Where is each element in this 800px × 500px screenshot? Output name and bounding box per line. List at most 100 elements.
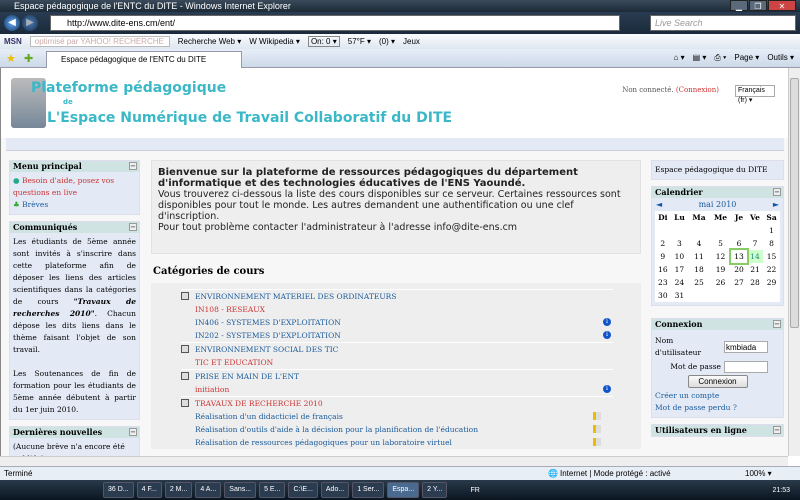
calendar-day[interactable]: 2 [655, 237, 671, 250]
info-icon[interactable]: i [603, 331, 611, 339]
calendar-day[interactable]: 29 [763, 276, 780, 289]
taskbar-item[interactable]: 5 E... [259, 482, 286, 498]
course-link[interactable]: Réalisation d'outils d'aide à la décisio… [195, 425, 478, 434]
calendar-day[interactable]: 16 [655, 263, 671, 276]
minimize-button[interactable]: ▁ [730, 0, 748, 11]
forward-button[interactable]: ▶ [22, 15, 38, 31]
prev-month-button[interactable]: ◄ [656, 200, 662, 209]
lost-password-link[interactable]: Mot de passe perdu ? [655, 403, 737, 412]
calendar-day[interactable]: 6 [731, 237, 747, 250]
page-menu[interactable]: Page ▾ [734, 53, 759, 63]
calendar-day[interactable]: 30 [655, 289, 671, 302]
language-indicator[interactable]: FR [470, 487, 479, 494]
breves-link[interactable]: Brèves [22, 200, 48, 209]
calendar-day[interactable]: 20 [731, 263, 747, 276]
wikipedia-button[interactable]: W Wikipedia ▾ [249, 37, 300, 46]
taskbar-item[interactable]: Ado... [320, 482, 350, 498]
calendar-day[interactable]: 24 [671, 276, 689, 289]
taskbar-item[interactable]: 2 M... [164, 482, 193, 498]
month-link[interactable]: mai 2010 [699, 200, 737, 209]
back-button[interactable]: ◀ [4, 15, 20, 31]
calendar-day[interactable]: 22 [763, 263, 780, 276]
vertical-scrollbar[interactable] [788, 68, 800, 456]
category-link[interactable]: ENVIRONNEMENT MATERIEL DES ORDINATEURS [195, 292, 396, 301]
calendar-day[interactable]: 8 [763, 237, 780, 250]
tab-active[interactable]: Espace pédagogique de l'ENTC du DITE [46, 51, 242, 68]
taskbar-item[interactable]: 2 Y... [422, 482, 448, 498]
calendar-day[interactable]: 11 [688, 250, 710, 263]
maximize-button[interactable]: ❐ [749, 0, 767, 11]
rss-button[interactable]: (0) ▾ [379, 37, 395, 46]
course-link[interactable]: TIC ET EDUCATION [195, 358, 273, 367]
collapse-icon[interactable]: − [129, 223, 137, 231]
calendar-day[interactable]: 21 [747, 263, 763, 276]
taskbar-item[interactable]: 4 A... [195, 482, 222, 498]
collapse-icon[interactable]: − [773, 320, 781, 328]
login-link[interactable]: (Connexion) [676, 86, 719, 94]
course-link[interactable]: Réalisation de ressources pédagogiques p… [195, 438, 452, 447]
print-button[interactable]: ⎙ ▾ [714, 53, 726, 63]
collapse-icon[interactable]: − [773, 188, 781, 196]
calendar-day[interactable]: 1 [763, 224, 780, 237]
calendar-day[interactable]: 15 [763, 250, 780, 263]
calendar-day[interactable]: 19 [710, 263, 731, 276]
calendar-day[interactable]: 13 [729, 248, 749, 265]
collapse-icon[interactable]: − [129, 428, 137, 436]
calendar-day[interactable]: 10 [671, 250, 689, 263]
yahoo-search-input[interactable]: optimisé par YAHOO! RECHERCHE [29, 36, 170, 47]
category-link[interactable]: ENVIRONNEMENT SOCIAL DES TIC [195, 345, 338, 354]
games-button[interactable]: Jeux [403, 37, 420, 46]
language-select[interactable]: Français (fr) ▾ [735, 85, 775, 104]
taskbar-item[interactable]: Sans... [224, 482, 257, 498]
calendar-day[interactable]: 23 [655, 276, 671, 289]
create-account-link[interactable]: Créer un compte [655, 391, 719, 400]
taskbar-item[interactable]: 1 Ser... [352, 482, 385, 498]
taskbar-item[interactable]: 36 D... [103, 482, 134, 498]
collapse-icon[interactable]: − [773, 426, 781, 434]
calendar-day[interactable]: 3 [671, 237, 689, 250]
close-button[interactable]: ✕ [768, 0, 796, 11]
calendar-day[interactable]: 5 [710, 237, 731, 250]
home-button[interactable]: ⌂ ▾ [674, 53, 685, 63]
weather-button[interactable]: 57°F ▾ [348, 37, 371, 46]
info-icon[interactable]: i [603, 385, 611, 393]
course-link[interactable]: IN202 - SYSTEMES D'EXPLOITATION [195, 331, 341, 340]
calendar-day[interactable]: 14 [746, 250, 764, 263]
course-link[interactable]: Réalisation d'un didacticiel de français [195, 412, 343, 421]
calendar-day[interactable]: 25 [688, 276, 710, 289]
calendar-day[interactable]: 7 [747, 237, 763, 250]
calendar-day[interactable]: 4 [688, 237, 710, 250]
web-search-button[interactable]: Recherche Web ▾ [178, 37, 241, 46]
calendar-day[interactable]: 28 [747, 276, 763, 289]
calendar-day[interactable]: 17 [671, 263, 689, 276]
password-input[interactable] [724, 361, 768, 373]
calendar-day[interactable]: 18 [688, 263, 710, 276]
tools-menu[interactable]: Outils ▾ [767, 53, 794, 63]
taskbar-item[interactable]: C:\E... [288, 482, 318, 498]
course-link[interactable]: initiation [195, 385, 229, 394]
calendar-day[interactable]: 31 [671, 289, 689, 302]
course-link[interactable]: IN406 - SYSTEMES D'EXPLOITATION [195, 318, 341, 327]
calendar-day[interactable]: 27 [731, 276, 747, 289]
feeds-button[interactable]: ▤ ▾ [693, 53, 707, 63]
search-input[interactable]: Live Search [650, 15, 796, 31]
zoom-level[interactable]: 100% ▾ [745, 467, 772, 480]
info-icon[interactable]: i [603, 318, 611, 326]
url-input[interactable]: http://www.dite-ens.cm/ent/ [50, 15, 620, 31]
messenger-button[interactable]: On: 0 ▾ [307, 36, 340, 47]
login-button[interactable]: Connexion [687, 375, 748, 388]
course-link[interactable]: IN108 - RESEAUX [195, 305, 265, 314]
clock[interactable]: 21:53 [772, 487, 790, 494]
username-input[interactable] [724, 341, 768, 353]
horizontal-scrollbar[interactable] [0, 456, 788, 466]
category-link[interactable]: PRISE EN MAIN DE L'ENT [195, 372, 299, 381]
calendar-day[interactable]: 12 [710, 250, 731, 263]
calendar-day[interactable]: 9 [655, 250, 671, 263]
category-link[interactable]: TRAVAUX DE RECHERCHE 2010 [195, 399, 323, 408]
next-month-button[interactable]: ► [773, 200, 779, 209]
collapse-icon[interactable]: − [129, 162, 137, 170]
add-favorite-icon[interactable]: ✚ [24, 52, 33, 65]
live-help-link[interactable]: Besoin d'aide, posez vos questions en li… [13, 176, 114, 197]
scrollbar-thumb[interactable] [790, 78, 799, 328]
taskbar-item[interactable]: Espa... [387, 482, 420, 498]
